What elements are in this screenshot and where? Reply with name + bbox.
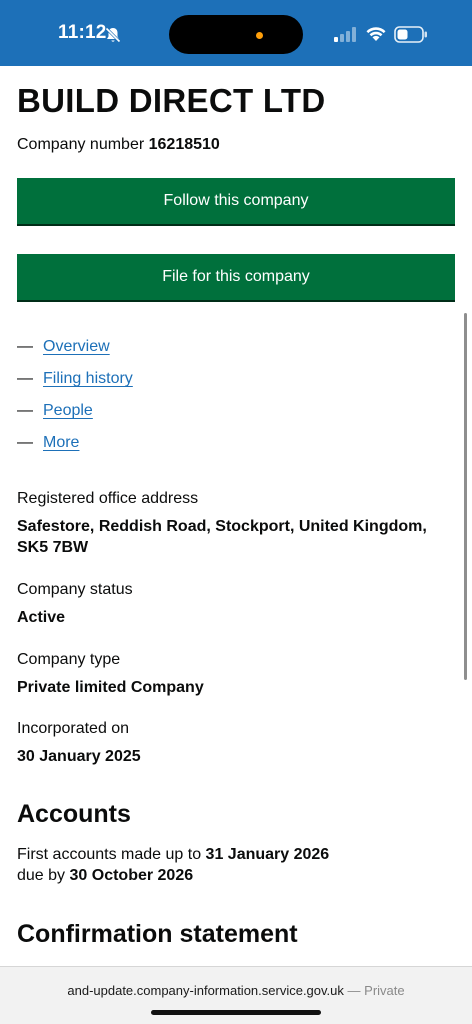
company-nav: — Overview — Filing history — People — M…: [17, 338, 133, 466]
file-for-company-button[interactable]: File for this company: [17, 254, 455, 300]
nav-link-more[interactable]: More: [43, 434, 79, 452]
dynamic-island: [169, 15, 303, 54]
nav-item-people: — People: [17, 402, 133, 434]
registered-address-value: Safestore, Reddish Road, Stockport, Unit…: [17, 518, 427, 556]
status-bar: 11:12: [0, 0, 472, 66]
accounts-first-prefix: First accounts made up to: [17, 846, 202, 863]
incorporated-label: Incorporated on: [17, 720, 130, 737]
accounts-due-date: 30 October 2026: [69, 867, 194, 884]
url-text: and-update.company-information.service.g…: [67, 983, 344, 998]
company-type-value: Private limited Company: [17, 679, 204, 696]
page-title: BUILD DIRECT LTD: [17, 82, 326, 119]
accounts-due-by: due by 30 October 2026: [17, 867, 193, 885]
nav-link-filing-history[interactable]: Filing history: [43, 370, 133, 388]
privacy-indicator-dot: [256, 32, 263, 39]
url-display[interactable]: and-update.company-information.service.g…: [0, 983, 472, 998]
nav-dash: —: [17, 434, 33, 451]
url-separator: —: [347, 983, 361, 998]
company-status-label: Company status: [17, 581, 133, 598]
incorporated-value: 30 January 2025: [17, 748, 141, 765]
nav-dash: —: [17, 402, 33, 419]
nav-dash: —: [17, 338, 33, 355]
company-number-value: 16218510: [148, 136, 220, 153]
browser-address-bar[interactable]: and-update.company-information.service.g…: [0, 966, 472, 1024]
battery-icon: [394, 26, 427, 43]
private-mode-label: Private: [364, 983, 405, 998]
nav-item-more: — More: [17, 434, 133, 466]
nav-item-filing-history: — Filing history: [17, 370, 133, 402]
registered-address-label: Registered office address: [17, 490, 199, 507]
accounts-heading: Accounts: [17, 800, 131, 828]
accounts-first-made-up: First accounts made up to 31 January 202…: [17, 846, 329, 864]
follow-company-button[interactable]: Follow this company: [17, 178, 455, 224]
status-time: 11:12: [58, 22, 107, 43]
company-number-label: Company number: [17, 136, 145, 153]
accounts-first-date: 31 January 2026: [205, 846, 330, 863]
confirmation-statement-heading: Confirmation statement: [17, 920, 298, 948]
company-type-label: Company type: [17, 651, 121, 668]
nav-link-overview[interactable]: Overview: [43, 338, 110, 356]
cellular-signal-icon: [334, 27, 356, 42]
bell-muted-icon: [104, 26, 122, 44]
nav-dash: —: [17, 370, 33, 387]
company-status-value: Active: [17, 609, 66, 626]
scrollbar[interactable]: [464, 313, 467, 680]
company-number: Company number 16218510: [17, 136, 220, 154]
nav-link-people[interactable]: People: [43, 402, 93, 420]
accounts-due-prefix: due by: [17, 867, 66, 884]
home-indicator[interactable]: [151, 1010, 321, 1015]
nav-item-overview: — Overview: [17, 338, 133, 370]
wifi-icon: [366, 27, 386, 41]
